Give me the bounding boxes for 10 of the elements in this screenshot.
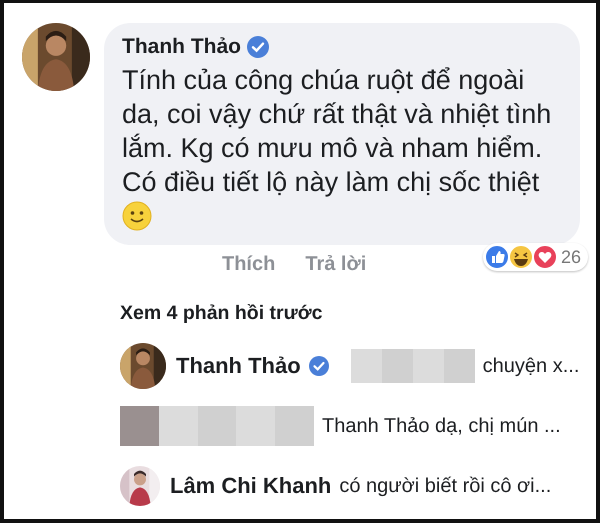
author-name[interactable]: Lâm Chi Khanh — [170, 473, 332, 499]
reply-text: chuyện x... — [482, 354, 580, 378]
reply-text: có người biết rồi cô ơi... — [339, 474, 552, 498]
author-name[interactable]: Thanh Thảo — [176, 353, 301, 379]
reaction-count: 26 — [560, 246, 581, 268]
reactions-pill[interactable]: 26 — [482, 243, 588, 271]
author-name[interactable]: Thanh Thảo — [122, 35, 241, 59]
comment-text: Tính của công chúa ruột để ngoài da, coi vậy chứ rất thật và nhiệt tình lắm. Kg có mưu mô và nham hiểm. Có điều tiết lộ này làm chị sốc thiệt — [122, 64, 552, 199]
reply-text: Thanh Thảo dạ, chị mún ... — [322, 414, 561, 438]
view-previous-replies-link[interactable]: Xem 4 phản hồi trước — [120, 302, 322, 325]
